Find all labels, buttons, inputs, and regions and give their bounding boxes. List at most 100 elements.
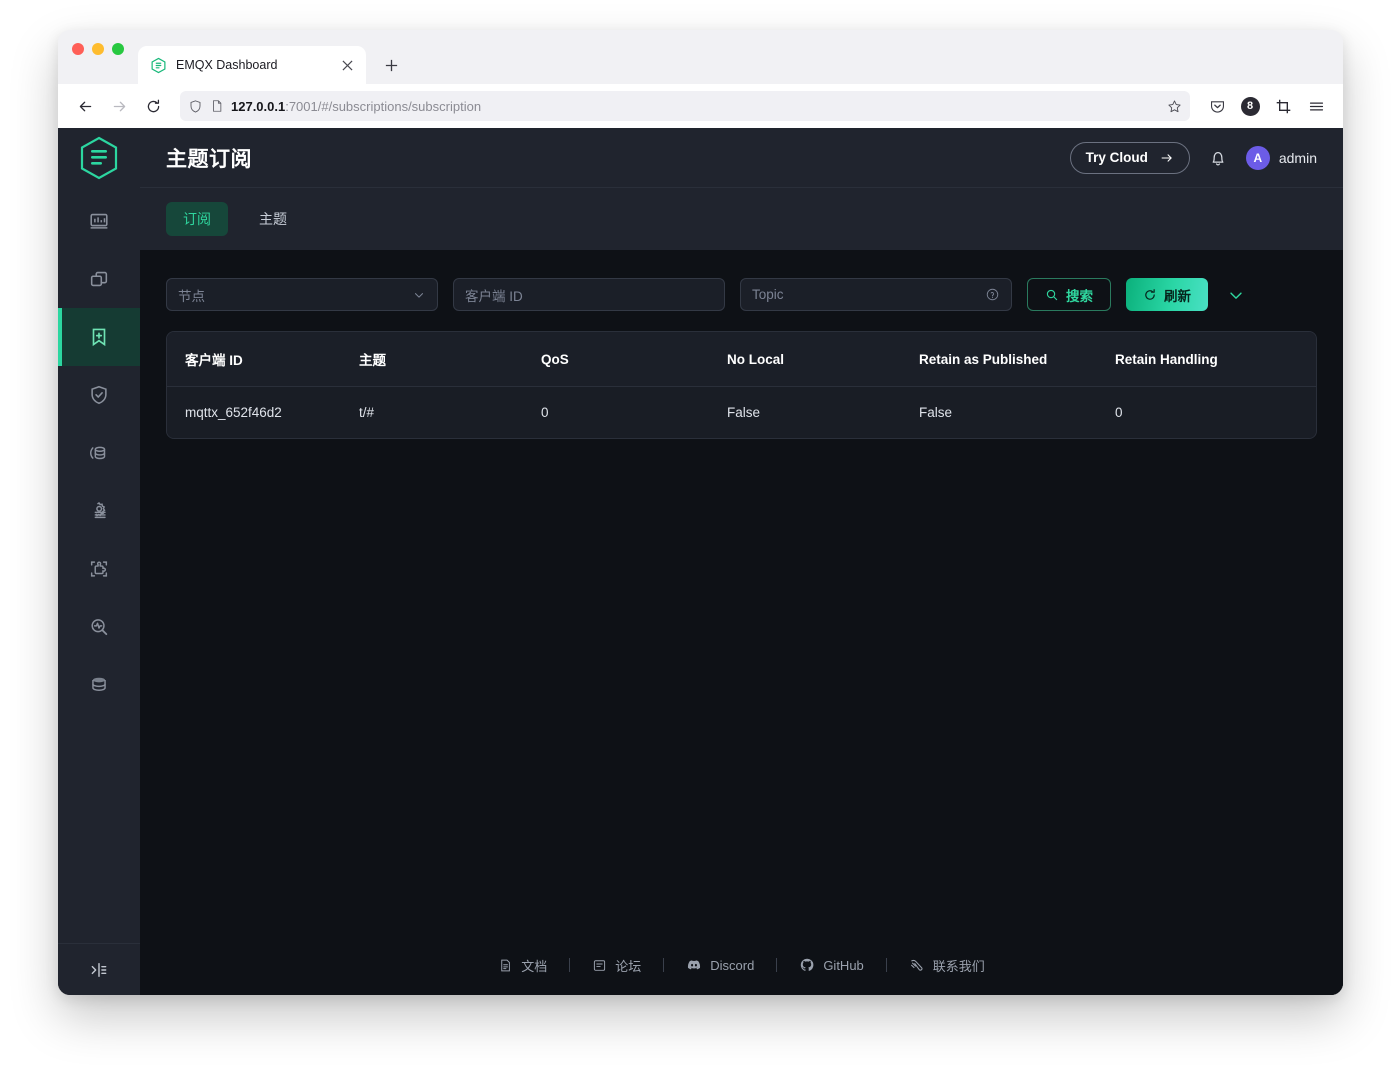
pocket-save-icon[interactable] — [1202, 91, 1232, 121]
filter-bar: 节点 客户端 ID Topic 搜索 刷新 — [166, 278, 1317, 311]
browser-tab-title: EMQX Dashboard — [176, 58, 278, 72]
contact-icon — [909, 957, 925, 973]
column-header-client-id: 客户端 ID — [167, 332, 359, 387]
app-sidebar — [58, 128, 140, 995]
refresh-button-label: 刷新 — [1164, 288, 1191, 304]
footer-link-github[interactable]: GitHub — [777, 957, 885, 973]
avatar: A — [1245, 145, 1270, 170]
bell-notification-icon[interactable] — [1208, 148, 1228, 168]
page-viewport: 主题订阅 Try Cloud A admin 订阅 主题 节点 客户端 ID T… — [58, 128, 1343, 995]
column-header-topic: 主题 — [359, 332, 541, 387]
topic-input[interactable]: Topic — [740, 278, 1012, 311]
search-icon — [1045, 288, 1059, 302]
github-icon — [799, 957, 815, 973]
app-main: 主题订阅 Try Cloud A admin 订阅 主题 节点 客户端 ID T… — [140, 128, 1343, 995]
new-tab-button[interactable] — [376, 50, 406, 80]
sidebar-item-diagnose[interactable] — [58, 598, 140, 656]
maximize-window-button[interactable] — [112, 43, 124, 55]
column-header-retain-handling: Retain Handling — [1115, 332, 1316, 387]
user-menu[interactable]: A admin — [1245, 145, 1317, 170]
refresh-icon — [1143, 288, 1157, 302]
cell-client-id: mqttx_652f46d2 — [167, 386, 359, 438]
try-cloud-label: Try Cloud — [1085, 150, 1148, 165]
forum-icon — [592, 958, 607, 973]
crop-extension-icon[interactable] — [1268, 91, 1298, 121]
tab-subscription[interactable]: 订阅 — [166, 202, 228, 236]
collapse-sidebar-icon[interactable] — [58, 943, 140, 995]
chevron-down-icon — [412, 288, 426, 302]
cell-retain-handling: 0 — [1115, 386, 1316, 438]
url-text: 127.0.0.1:7001/#/subscriptions/subscript… — [231, 99, 1160, 114]
hamburger-menu-icon[interactable] — [1301, 91, 1331, 121]
column-header-no-local: No Local — [727, 332, 919, 387]
cell-no-local: False — [727, 386, 919, 438]
address-bar[interactable]: 127.0.0.1:7001/#/subscriptions/subscript… — [180, 91, 1190, 121]
cell-retain-as-published: False — [919, 386, 1115, 438]
minimize-window-button[interactable] — [92, 43, 104, 55]
table-header-row: 客户端 ID 主题 QoS No Local Retain as Publish… — [167, 332, 1316, 387]
clientid-input-placeholder: 客户端 ID — [465, 288, 523, 304]
more-options-chevron-down-icon[interactable] — [1223, 286, 1249, 304]
footer-link-discord-label: Discord — [710, 957, 755, 973]
refresh-button[interactable]: 刷新 — [1126, 278, 1208, 311]
app-topbar: 主题订阅 Try Cloud A admin — [140, 128, 1343, 188]
topbar-actions: Try Cloud A admin — [1069, 141, 1317, 174]
column-header-retain-as-published: Retain as Published — [919, 332, 1115, 387]
footer-link-github-label: GitHub — [823, 957, 864, 973]
sidebar-item-dashboard[interactable] — [58, 192, 140, 250]
page-document-icon — [210, 99, 224, 113]
sidebar-item-subscriptions[interactable] — [58, 308, 140, 366]
account-badge-button[interactable]: 8 — [1235, 91, 1265, 121]
arrow-right-icon — [1160, 151, 1174, 165]
table-row[interactable]: mqttx_652f46d2 t/# 0 False False 0 — [167, 386, 1316, 438]
forward-button[interactable] — [104, 91, 134, 121]
reload-button[interactable] — [138, 91, 168, 121]
question-circle-icon[interactable] — [985, 287, 1000, 302]
sidebar-item-access-control[interactable] — [58, 366, 140, 424]
browser-window: EMQX Dashboard 127.0.0.1:7001/#/subscrip… — [58, 30, 1343, 995]
emqx-hexagon-icon — [150, 57, 167, 74]
table-head: 客户端 ID 主题 QoS No Local Retain as Publish… — [167, 332, 1316, 387]
node-select[interactable]: 节点 — [166, 278, 438, 311]
tab-topic[interactable]: 主题 — [242, 202, 304, 236]
footer-link-docs[interactable]: 文档 — [476, 956, 569, 975]
column-header-qos: QoS — [541, 332, 727, 387]
app-footer: 文档 论坛 Discord GitHub 联系我们 — [140, 935, 1343, 995]
cell-topic: t/# — [359, 386, 541, 438]
page-tabs: 订阅 主题 — [140, 188, 1343, 250]
star-icon[interactable] — [1167, 99, 1182, 114]
topic-input-placeholder: Topic — [752, 287, 784, 302]
table-body: mqttx_652f46d2 t/# 0 False False 0 — [167, 386, 1316, 438]
browser-navbar: 127.0.0.1:7001/#/subscriptions/subscript… — [58, 84, 1343, 128]
footer-link-discord[interactable]: Discord — [664, 957, 776, 973]
sidebar-item-clients[interactable] — [58, 250, 140, 308]
sidebar-item-rules-engine[interactable] — [58, 482, 140, 540]
close-tab-button[interactable] — [338, 56, 356, 74]
footer-link-docs-label: 文档 — [521, 958, 548, 974]
browser-tabstrip: EMQX Dashboard — [58, 30, 1343, 84]
sidebar-item-management[interactable] — [58, 656, 140, 714]
window-traffic-lights — [72, 30, 124, 84]
back-button[interactable] — [70, 91, 100, 121]
emqx-hexagon-logo[interactable] — [58, 128, 140, 188]
footer-link-contact-label: 联系我们 — [932, 958, 985, 974]
browser-tab[interactable]: EMQX Dashboard — [138, 46, 366, 84]
clientid-input[interactable]: 客户端 ID — [453, 278, 725, 311]
document-icon — [498, 958, 513, 973]
footer-link-forum-label: 论坛 — [615, 958, 642, 974]
cell-qos: 0 — [541, 386, 727, 438]
discord-icon — [686, 957, 702, 973]
footer-link-contact[interactable]: 联系我们 — [887, 956, 1007, 975]
page-content: 节点 客户端 ID Topic 搜索 刷新 客户端 ID 主题 QoS No L… — [140, 250, 1343, 935]
user-name: admin — [1278, 149, 1317, 166]
navbar-actions: 8 — [1202, 91, 1331, 121]
close-window-button[interactable] — [72, 43, 84, 55]
subscriptions-table-card: 客户端 ID 主题 QoS No Local Retain as Publish… — [166, 331, 1317, 439]
footer-link-forum[interactable]: 论坛 — [570, 956, 663, 975]
search-button[interactable]: 搜索 — [1027, 278, 1111, 311]
shield-icon — [188, 99, 203, 114]
sidebar-item-extensions[interactable] — [58, 540, 140, 598]
sidebar-items — [58, 192, 140, 714]
sidebar-item-data-integration[interactable] — [58, 424, 140, 482]
try-cloud-button[interactable]: Try Cloud — [1069, 141, 1190, 174]
